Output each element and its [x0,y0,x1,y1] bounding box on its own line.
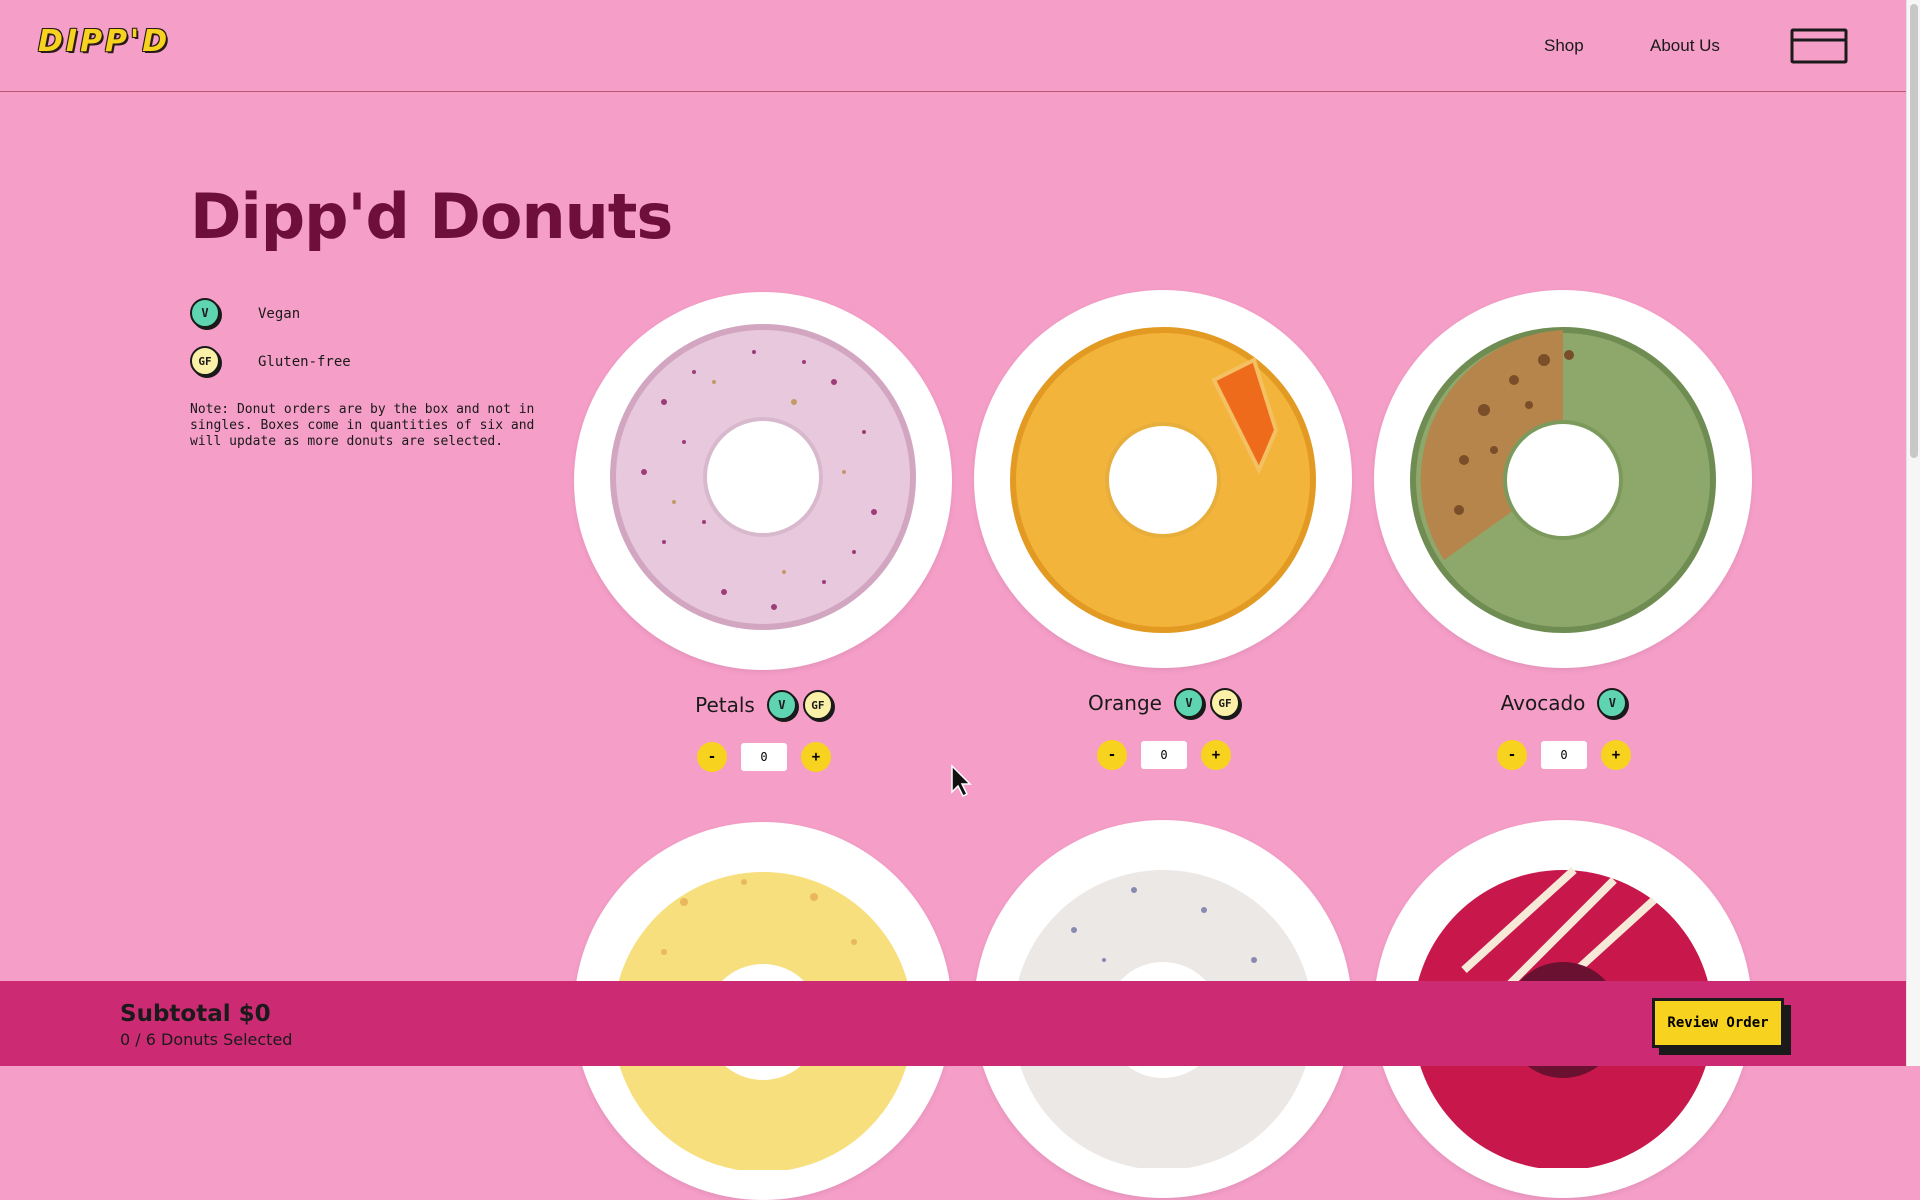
quantity-input[interactable] [1541,741,1587,769]
vegan-badge-icon: V [190,298,220,328]
plate-image [1374,290,1752,668]
quantity-input[interactable] [1141,741,1187,769]
product-title-row: Orange V GF [974,688,1354,718]
product-title-row: Petals V GF [574,690,954,720]
decrease-quantity-button[interactable]: - [1097,740,1127,770]
legend-vegan: V Vegan [190,298,300,328]
page-scrollbar[interactable] [1906,0,1920,1066]
quantity-stepper: - + [574,742,954,772]
subtotal-text: Subtotal $0 [120,1001,271,1027]
quantity-stepper: - + [974,740,1354,770]
brand-logo[interactable]: DIPP'D [38,24,170,59]
donut-image-orange [1010,327,1316,633]
scrollbar-thumb[interactable] [1910,4,1918,458]
gluten-free-badge-icon: GF [802,690,833,720]
quantity-stepper: - + [1374,740,1754,770]
decrease-quantity-button[interactable]: - [1497,740,1527,770]
order-summary-bar: Subtotal $0 0 / 6 Donuts Selected Review… [0,981,1906,1066]
box-order-note: Note: Donut orders are by the box and no… [190,402,535,449]
box-icon [1790,28,1848,64]
cart-box-button[interactable] [1790,28,1848,64]
product-name: Avocado [1500,691,1586,715]
product-name: Petals [695,693,755,717]
gluten-free-badge-icon: GF [1209,688,1240,718]
legend-label: Gluten-free [258,354,351,370]
product-name: Orange [1088,691,1162,715]
mouse-pointer-icon [951,764,972,798]
increase-quantity-button[interactable]: + [801,742,831,772]
legend-gluten-free: GF Gluten-free [190,346,351,376]
vegan-badge-icon: V [766,690,797,720]
donut-image-avocado [1410,327,1716,633]
increase-quantity-button[interactable]: + [1201,740,1231,770]
vegan-badge-icon: V [1173,688,1204,718]
decrease-quantity-button[interactable]: - [697,742,727,772]
plate-image [574,292,952,670]
donut-image-petals [610,324,916,630]
nav-link-shop[interactable]: Shop [1544,36,1584,56]
page-title: Dipp'd Donuts [190,180,673,253]
legend-label: Vegan [258,306,301,322]
increase-quantity-button[interactable]: + [1601,740,1631,770]
plate-image [974,290,1352,668]
site-header: DIPP'D Shop About Us [0,0,1906,92]
product-title-row: Avocado V [1374,688,1754,718]
donuts-selected-count: 0 / 6 Donuts Selected [120,1030,293,1049]
nav-link-about-us[interactable]: About Us [1650,36,1720,56]
review-order-button[interactable]: Review Order [1652,998,1784,1048]
quantity-input[interactable] [741,743,787,771]
vegan-badge-icon: V [1597,688,1628,718]
gluten-free-badge-icon: GF [190,346,220,376]
